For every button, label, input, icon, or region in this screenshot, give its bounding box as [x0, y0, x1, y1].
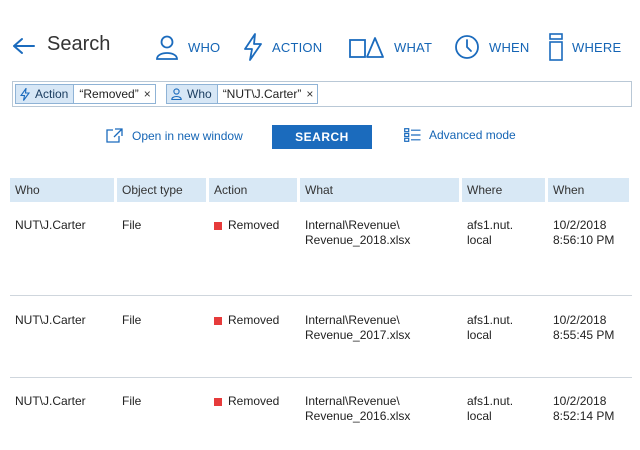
when-time: 8:56:10 PM [553, 233, 615, 247]
cell-what: Internal\Revenue\ Revenue_2017.xlsx [300, 296, 459, 377]
table-row[interactable]: NUT\J.Carter File Removed Internal\Reven… [10, 296, 632, 378]
when-time: 8:55:45 PM [553, 328, 615, 342]
category-action-label: ACTION [272, 39, 323, 55]
search-actions: Open in new window SEARCH Advanced mode [0, 125, 640, 149]
lightning-icon [20, 87, 30, 101]
filter-chip-key-label: Action [35, 87, 69, 101]
cell-action: Removed [209, 378, 297, 450]
column-header-what[interactable]: What [300, 178, 459, 202]
back-arrow-icon[interactable] [12, 36, 36, 56]
action-label: Removed [228, 313, 280, 327]
cell-where: afs1.nut. local [462, 296, 545, 377]
cell-what: Internal\Revenue\ Revenue_2018.xlsx [300, 202, 459, 295]
filter-chip-value: “NUT\J.Carter” × [217, 84, 319, 104]
column-header-who[interactable]: Who [10, 178, 114, 202]
category-where-label: WHERE [572, 39, 622, 55]
clock-icon [455, 35, 479, 59]
cell-who: NUT\J.Carter [15, 313, 86, 327]
open-new-window-label: Open in new window [132, 128, 243, 143]
category-when-button[interactable]: WHEN [454, 32, 530, 62]
top-bar: Search WHO ACTION WHAT WHEN WHERE [0, 0, 640, 80]
cell-where: afs1.nut. local [462, 378, 545, 450]
when-time: 8:52:14 PM [553, 409, 615, 423]
column-header-where[interactable]: Where [462, 178, 545, 202]
what-path-line2: Revenue_2018.xlsx [305, 233, 411, 247]
what-path-line2: Revenue_2017.xlsx [305, 328, 411, 342]
action-label: Removed [228, 394, 280, 408]
removed-status-icon [214, 316, 222, 325]
what-path-line1: Internal\Revenue\ [305, 218, 400, 232]
server-icon [549, 33, 563, 61]
person-icon [171, 88, 182, 100]
column-header-when[interactable]: When [548, 178, 629, 202]
column-header-object-type[interactable]: Object type [117, 178, 206, 202]
removed-status-icon [214, 397, 222, 406]
filter-chip-value: “Removed” × [74, 84, 156, 104]
column-header-action[interactable]: Action [209, 178, 297, 202]
table-row[interactable]: NUT\J.Carter File Removed Internal\Reven… [10, 378, 632, 450]
cell-action: Removed [209, 296, 297, 377]
category-what-label: WHAT [394, 39, 433, 55]
lightning-icon [244, 33, 262, 61]
table-header: Who Object type Action What Where When [10, 178, 632, 202]
when-date: 10/2/2018 [553, 394, 607, 408]
cell-where: afs1.nut. local [462, 202, 545, 295]
what-path-line1: Internal\Revenue\ [305, 313, 400, 327]
cell-when: 10/2/2018 8:55:45 PM [548, 296, 629, 377]
cell-who: NUT\J.Carter [15, 394, 86, 408]
category-who-label: WHO [188, 39, 221, 55]
category-action-button[interactable]: ACTION [243, 32, 322, 62]
when-date: 10/2/2018 [553, 313, 607, 327]
where-line1: afs1.nut. [467, 218, 514, 232]
cell-action: Removed [209, 202, 297, 295]
category-what-button[interactable]: WHAT [349, 32, 432, 62]
action-label: Removed [228, 218, 280, 232]
filter-chip-who[interactable]: Who “NUT\J.Carter” × [166, 84, 319, 104]
filter-chip-value-label: “NUT\J.Carter” [222, 87, 302, 101]
cell-when: 10/2/2018 8:52:14 PM [548, 378, 629, 450]
where-line1: afs1.nut. [467, 313, 514, 327]
external-link-icon [106, 128, 123, 143]
cell-when: 10/2/2018 8:56:10 PM [548, 202, 629, 295]
search-button[interactable]: SEARCH [272, 125, 372, 149]
cell-object-type: File [122, 394, 142, 408]
where-line2: local [467, 409, 492, 423]
results-table: Who Object type Action What Where When N… [10, 178, 632, 450]
where-line1: afs1.nut. [467, 394, 514, 408]
where-line2: local [467, 328, 492, 342]
cell-what: Internal\Revenue\ Revenue_2016.xlsx [300, 378, 459, 450]
filter-chip-key-label: Who [187, 87, 212, 101]
where-line2: local [467, 233, 492, 247]
removed-status-icon [214, 221, 222, 230]
list-settings-icon [404, 128, 421, 142]
cell-who: NUT\J.Carter [15, 218, 86, 232]
advanced-mode-link[interactable]: Advanced mode [404, 128, 516, 142]
filter-chip-action[interactable]: Action “Removed” × [15, 84, 156, 104]
shapes-icon [349, 37, 384, 58]
cell-object-type: File [122, 218, 142, 232]
filter-chip-key: Action [15, 84, 75, 104]
remove-filter-icon[interactable]: × [306, 87, 313, 101]
person-icon [156, 35, 178, 60]
category-who-button[interactable]: WHO [155, 32, 220, 62]
when-date: 10/2/2018 [553, 218, 607, 232]
search-input[interactable]: Action “Removed” × Who “NUT\J.Carter” × [12, 81, 632, 107]
filter-chip-value-label: “Removed” [79, 87, 139, 101]
open-new-window-link[interactable]: Open in new window [106, 128, 243, 143]
page-title: Search [47, 33, 111, 55]
filter-chip-key: Who [166, 84, 218, 104]
cell-object-type: File [122, 313, 142, 327]
what-path-line1: Internal\Revenue\ [305, 394, 400, 408]
category-where-button[interactable]: WHERE [549, 32, 621, 62]
table-row[interactable]: NUT\J.Carter File Removed Internal\Reven… [10, 202, 632, 296]
remove-filter-icon[interactable]: × [144, 87, 151, 101]
category-when-label: WHEN [489, 39, 530, 55]
advanced-mode-label: Advanced mode [429, 128, 516, 142]
what-path-line2: Revenue_2016.xlsx [305, 409, 411, 423]
